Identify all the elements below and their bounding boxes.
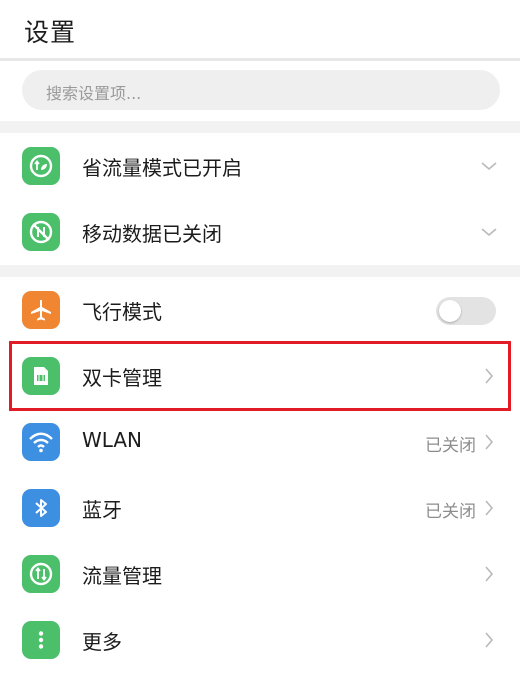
mobile-data-row[interactable]: 移动数据已关闭 (0, 199, 520, 265)
search-input[interactable]: 搜索设置项... (22, 70, 500, 110)
bluetooth-status: 已关闭 (425, 502, 476, 522)
traffic-management-row[interactable]: 流量管理 (0, 541, 520, 607)
bluetooth-label: 蓝牙 (82, 498, 122, 522)
wifi-icon (22, 423, 60, 461)
airplane-mode-row[interactable]: 飞行模式 (0, 277, 520, 343)
more-label: 更多 (82, 630, 122, 654)
chevron-right-icon[interactable] (480, 565, 498, 583)
title-bar: 设置 (0, 0, 520, 61)
wlan-row[interactable]: WLAN 已关闭 (0, 409, 520, 475)
page-title: 设置 (24, 18, 77, 47)
more-dots-icon (22, 621, 60, 659)
chevron-down-icon[interactable] (480, 157, 498, 175)
chevron-right-icon[interactable] (480, 433, 498, 451)
highlight-box (9, 341, 511, 411)
wlan-status: 已关闭 (425, 436, 476, 456)
airplane-mode-label: 飞行模式 (82, 300, 162, 324)
data-saver-label: 省流量模式已开启 (82, 156, 242, 180)
section-divider (0, 265, 520, 277)
search-placeholder: 搜索设置项... (46, 84, 142, 103)
airplane-mode-toggle[interactable] (436, 297, 496, 325)
bluetooth-row[interactable]: 蓝牙 已关闭 (0, 475, 520, 541)
airplane-icon (22, 291, 60, 329)
more-row[interactable]: 更多 (0, 607, 520, 673)
chevron-right-icon[interactable] (480, 631, 498, 649)
search-section: 搜索设置项... (0, 61, 520, 121)
chevron-down-icon[interactable] (480, 223, 498, 241)
traffic-icon (22, 555, 60, 593)
bluetooth-icon (22, 489, 60, 527)
chevron-right-icon[interactable] (480, 499, 498, 517)
traffic-management-label: 流量管理 (82, 564, 162, 588)
leaf-data-icon (22, 147, 60, 185)
mobile-data-label: 移动数据已关闭 (82, 222, 222, 246)
toggle-knob (439, 300, 461, 322)
section-divider (0, 121, 520, 133)
data-saver-row[interactable]: 省流量模式已开启 (0, 133, 520, 199)
wlan-label: WLAN (82, 428, 143, 452)
mobile-data-off-icon (22, 213, 60, 251)
